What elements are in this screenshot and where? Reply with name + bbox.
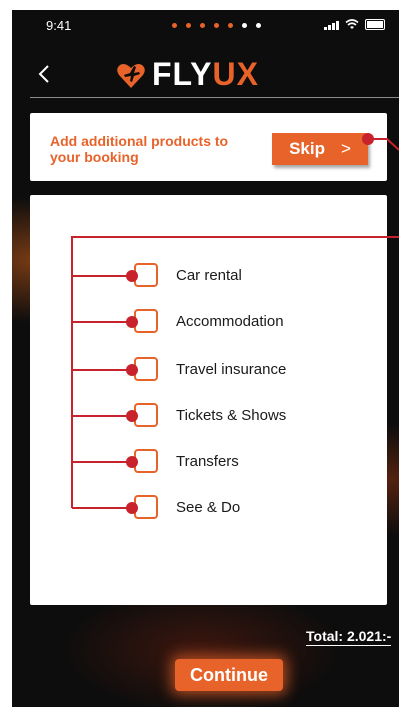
signal-icon xyxy=(324,20,339,30)
checkbox[interactable] xyxy=(134,449,158,473)
product-item-accommodation[interactable]: Accommodation xyxy=(134,309,384,335)
back-button[interactable] xyxy=(38,62,50,88)
chevron-right-icon: > xyxy=(340,139,351,158)
status-time: 9:41 xyxy=(46,18,72,33)
product-label: Tickets & Shows xyxy=(176,407,287,424)
logo-text-fly: FLY xyxy=(152,56,213,92)
product-item-transfers[interactable]: Transfers xyxy=(134,449,384,475)
checkbox[interactable] xyxy=(134,495,158,519)
page-dot xyxy=(256,23,261,28)
product-item-see-do[interactable]: See & Do xyxy=(134,495,384,521)
checkbox[interactable] xyxy=(134,263,158,287)
status-icons xyxy=(324,19,385,30)
checkbox[interactable] xyxy=(134,357,158,381)
product-label: Car rental xyxy=(176,267,242,284)
promo-text: Add additional products to your booking xyxy=(50,133,229,165)
product-item-tickets-shows[interactable]: Tickets & Shows xyxy=(134,403,384,429)
logo-text: FLYUX xyxy=(152,56,259,93)
phone-screen: 9:41 FLYUX Add additional products to yo… xyxy=(12,10,399,707)
page-dot xyxy=(172,23,177,28)
battery-icon xyxy=(365,19,385,30)
page-dot xyxy=(242,23,247,28)
skip-label: Skip xyxy=(289,139,325,158)
product-item-travel-insurance[interactable]: Travel insurance xyxy=(134,357,384,383)
skip-button[interactable]: Skip > xyxy=(272,133,368,165)
product-label: See & Do xyxy=(176,499,241,516)
continue-button[interactable]: Continue xyxy=(175,659,283,691)
checkbox[interactable] xyxy=(134,309,158,333)
wifi-icon xyxy=(345,19,359,29)
app-logo: FLYUX xyxy=(116,56,259,93)
product-label: Accommodation xyxy=(176,313,284,330)
products-card: Car rental Accommodation Travel insuranc… xyxy=(30,195,387,605)
chevron-left-icon xyxy=(38,65,49,83)
header-divider xyxy=(30,97,399,98)
status-bar: 9:41 xyxy=(32,18,391,38)
page-dot xyxy=(214,23,219,28)
promo-card: Add additional products to your booking … xyxy=(30,113,387,181)
plane-heart-icon xyxy=(117,63,145,88)
page-dot xyxy=(228,23,233,28)
checkbox[interactable] xyxy=(134,403,158,427)
page-indicator xyxy=(172,23,261,28)
total-price: Total: 2.021:- xyxy=(306,628,392,646)
page-dot xyxy=(200,23,205,28)
page-dot xyxy=(186,23,191,28)
product-item-car-rental[interactable]: Car rental xyxy=(134,263,384,289)
product-label: Transfers xyxy=(176,453,239,470)
logo-text-ux: UX xyxy=(212,56,259,92)
product-label: Travel insurance xyxy=(176,361,287,378)
